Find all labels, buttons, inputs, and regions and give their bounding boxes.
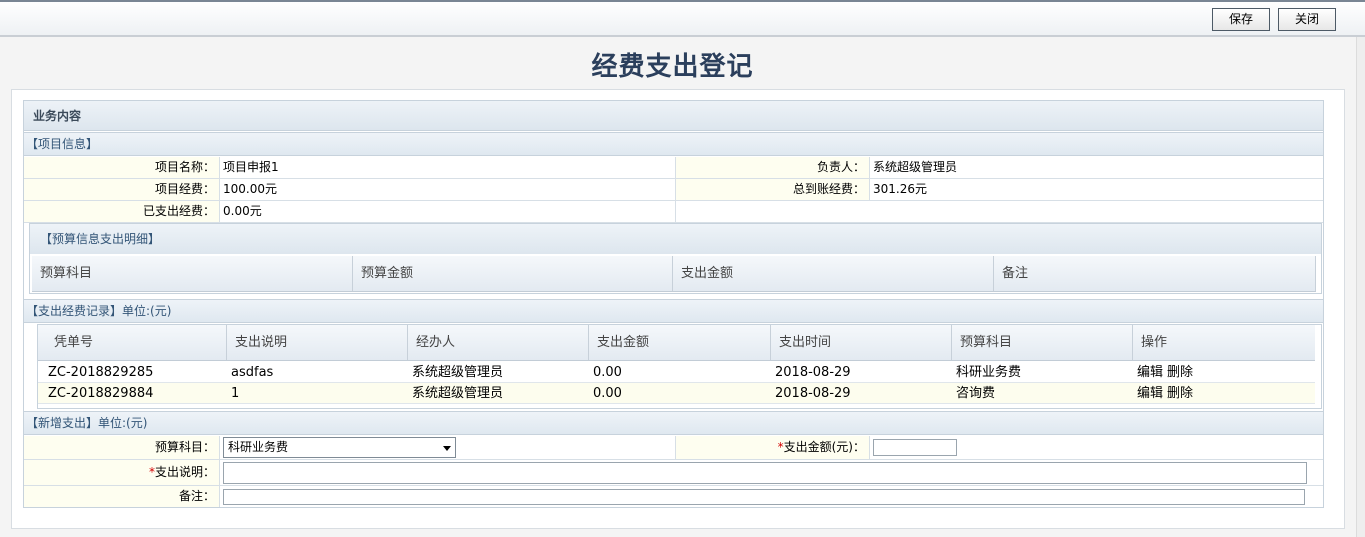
edit-link[interactable]: 编辑 [1137,365,1163,380]
description-label-text: 支出说明： [154,465,215,479]
amount-cell: 0.00 [593,365,622,380]
column-budget-amount[interactable]: 预算金额 [353,256,673,291]
column-subject[interactable]: 预算科目 [952,325,1133,360]
subject-select[interactable]: 科研业务费 [223,437,456,458]
project-info-section-header: 【项目信息】 [24,132,1323,156]
column-amount[interactable]: 支出金额 [589,325,771,360]
new-expense-row-2: *支出说明： [24,460,1323,486]
expense-grid-header: 凭单号 支出说明 经办人 支出金额 支出时间 预算科目 操作 [38,325,1315,361]
budget-detail-box: 【预算信息支出明细】 预算科目 预算金额 支出金额 备注 [29,223,1322,294]
amount-cell: 0.00 [593,386,622,401]
table-row[interactable]: ZC-2018829884 1 系统超级管理员 0.00 2018-08-29 … [38,383,1315,404]
remark-input[interactable] [223,489,1305,505]
edit-link[interactable]: 编辑 [1137,386,1163,401]
expense-records-section-header: 【支出经费记录】单位:(元) [24,299,1323,323]
description-label: *支出说明： [24,460,220,485]
project-info-row-1: 项目名称： 项目申报1 负责人： 系统超级管理员 [24,157,1323,179]
save-button[interactable]: 保存 [1212,8,1270,31]
column-date[interactable]: 支出时间 [771,325,952,360]
received-value: 301.26元 [873,182,927,196]
funding-label: 项目经费： [24,179,220,200]
delete-link[interactable]: 删除 [1167,386,1193,401]
amount-input[interactable] [873,439,957,456]
chevron-down-icon [443,446,451,451]
business-form: 业务内容 【项目信息】 项目名称： 项目申报1 负责人： 系统超级管理员 项目经… [23,100,1324,508]
budget-detail-header: 【预算信息支出明细】 [30,224,1321,254]
date-cell: 2018-08-29 [775,386,851,401]
actions-cell: 编辑 删除 [1133,362,1197,382]
voucher-cell: ZC-2018829285 [48,365,154,380]
actions-cell: 编辑 删除 [1133,383,1197,403]
column-handler[interactable]: 经办人 [408,325,589,360]
voucher-cell: ZC-2018829884 [48,386,154,401]
empty-cell [675,201,1323,222]
amount-label: *支出金额(元)： [675,436,870,459]
project-name-value: 项目申报1 [223,160,279,174]
table-row[interactable]: ZC-2018829285 asdfas 系统超级管理员 0.00 2018-0… [38,362,1315,383]
date-cell: 2018-08-29 [775,365,851,380]
new-expense-row-1: 预算科目： 科研业务费 *支出金额(元)： [24,436,1323,460]
project-info-row-3: 已支出经费： 0.00元 [24,201,1323,223]
subject-cell: 咨询费 [956,386,996,401]
description-cell: asdfas [231,365,274,380]
column-description[interactable]: 支出说明 [227,325,408,360]
column-actions: 操作 [1141,335,1168,350]
new-expense-row-3: 备注： [24,486,1323,508]
amount-label-text: 支出金额(元)： [783,440,865,454]
handler-cell: 系统超级管理员 [412,386,504,401]
column-budget-subject[interactable]: 预算科目 [32,256,353,291]
owner-label: 负责人： [675,157,870,178]
close-button[interactable]: 关闭 [1278,8,1336,31]
subject-label: 预算科目： [24,436,220,459]
column-spent-amount[interactable]: 支出金额 [673,256,994,291]
spent-label: 已支出经费： [24,201,220,222]
owner-value: 系统超级管理员 [873,160,958,174]
received-label: 总到账经费： [675,179,870,200]
handler-cell: 系统超级管理员 [412,365,504,380]
page-title: 经费支出登记 [591,52,754,82]
top-toolbar: 保存 关闭 [0,0,1365,37]
column-remark[interactable]: 备注 [994,256,1316,291]
content-panel: 业务内容 【项目信息】 项目名称： 项目申报1 负责人： 系统超级管理员 项目经… [11,89,1345,529]
description-input[interactable] [223,462,1307,484]
vertical-scrollbar[interactable] [1356,37,1365,537]
spent-value: 0.00元 [223,204,262,218]
new-expense-section-header: 【新增支出】单位:(元) [24,411,1323,435]
subject-cell: 科研业务费 [956,365,1022,380]
project-info-row-2: 项目经费： 100.00元 总到账经费： 301.26元 [24,179,1323,201]
description-cell: 1 [231,386,240,401]
delete-link[interactable]: 删除 [1167,365,1193,380]
remark-label: 备注： [24,486,220,507]
column-voucher[interactable]: 凭单号 [38,325,227,360]
budget-detail-grid-header: 预算科目 预算金额 支出金额 备注 [32,256,1316,292]
expense-records-grid: 凭单号 支出说明 经办人 支出金额 支出时间 预算科目 操作 ZC-201882… [37,324,1322,409]
business-section-header: 业务内容 [24,101,1323,131]
subject-select-value: 科研业务费 [228,440,289,454]
project-name-label: 项目名称： [24,157,220,178]
funding-value: 100.00元 [223,182,277,196]
